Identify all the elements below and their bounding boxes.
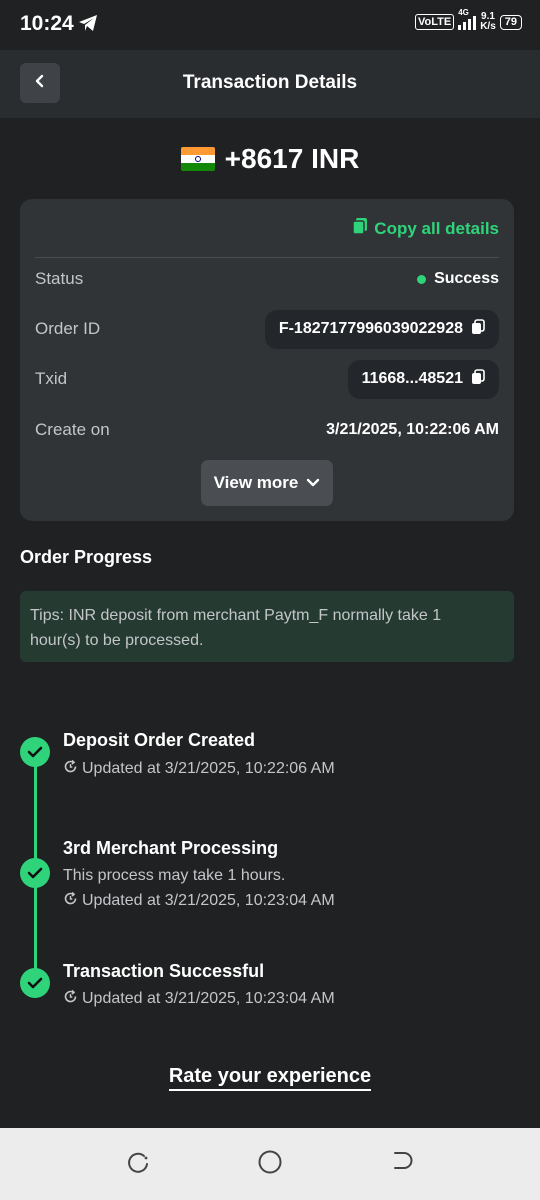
page-title: Transaction Details	[182, 72, 358, 93]
telegram-icon	[78, 14, 98, 37]
copy-all-label: Copy all details	[374, 218, 499, 238]
detail-row-txid: Txid 11668...48521	[35, 359, 499, 399]
copy-icon	[471, 368, 485, 390]
copy-icon	[352, 217, 368, 240]
view-more-label: View more	[213, 473, 299, 492]
step-updated: Updated at 3/21/2025, 10:23:04 AM	[63, 989, 335, 1009]
system-nav-bar	[0, 1128, 540, 1200]
txid-copy-pill[interactable]: 11668...48521	[347, 359, 499, 399]
order-progress-title: Order Progress	[20, 547, 153, 567]
created-value: 3/21/2025, 10:22:06 AM	[326, 421, 499, 438]
tips-text-line: Tips: INR deposit from merchant Paytm_F …	[30, 607, 442, 624]
app-header: Transaction Details	[0, 50, 540, 118]
step-title: 3rd Merchant Processing	[63, 838, 279, 858]
detail-row-created: Create on 3/21/2025, 10:22:06 AM	[35, 410, 499, 450]
detail-label: Create on	[35, 420, 110, 439]
copy-all-button[interactable]: Copy all details	[352, 217, 499, 240]
order-id-copy-pill[interactable]: F-1827177996039022928	[264, 309, 499, 349]
divider	[35, 257, 499, 258]
back-nav-button[interactable]	[388, 1150, 416, 1178]
tips-text-line: hour(s) to be processed.	[30, 632, 204, 649]
detail-label: Order ID	[35, 319, 101, 338]
india-flag-icon	[180, 147, 215, 171]
recents-icon	[126, 1150, 150, 1179]
transaction-amount: +8617 INR	[224, 143, 360, 174]
step-updated-text: Updated at 3/21/2025, 10:23:04 AM	[82, 990, 335, 1007]
step-title: Deposit Order Created	[63, 730, 256, 750]
step-note: This process may take 1 hours.	[63, 867, 286, 884]
detail-row-order-id: Order ID F-1827177996039022928	[35, 309, 499, 349]
back-arrow-icon	[390, 1150, 414, 1179]
volte-indicator: VoLTE	[414, 14, 455, 30]
status-dot-icon	[417, 274, 427, 284]
network-type: 4G	[458, 8, 469, 17]
home-circle-icon	[257, 1149, 283, 1180]
txid-value: 11668...48521	[361, 370, 463, 387]
refresh-clock-icon	[63, 891, 78, 911]
copy-icon	[471, 318, 485, 340]
refresh-clock-icon	[63, 759, 78, 779]
step-title: Transaction Successful	[63, 961, 265, 981]
status-bar: 10:24 VoLTE 4G 9.1 K/s 79	[0, 0, 540, 50]
recents-button[interactable]	[124, 1150, 152, 1178]
step-updated-text: Updated at 3/21/2025, 10:23:04 AM	[82, 892, 335, 909]
status-value: Success	[417, 270, 499, 288]
network-speed-unit: K/s	[480, 21, 496, 32]
detail-row-status: Status Success	[35, 259, 499, 299]
detail-label: Status	[35, 269, 84, 288]
details-card: Copy all details Status Success Order ID…	[20, 199, 514, 521]
view-more-button[interactable]: View more	[201, 460, 333, 506]
tips-box: Tips: INR deposit from merchant Paytm_F …	[20, 591, 514, 662]
chevron-down-icon	[306, 473, 320, 493]
status-time: 10:24	[20, 12, 74, 35]
check-circle-icon	[20, 737, 50, 767]
network-speed: 9.1 K/s	[480, 12, 496, 32]
step-updated: Updated at 3/21/2025, 10:22:06 AM	[63, 759, 335, 779]
step-updated: Updated at 3/21/2025, 10:23:04 AM	[63, 891, 335, 911]
rate-experience-row: Rate your experience	[0, 1065, 540, 1091]
detail-label: Txid	[35, 369, 68, 388]
home-button[interactable]	[256, 1150, 284, 1178]
refresh-clock-icon	[63, 989, 78, 1009]
status-text: Success	[434, 270, 499, 287]
step-updated-text: Updated at 3/21/2025, 10:22:06 AM	[82, 760, 335, 777]
status-indicators: VoLTE 4G 9.1 K/s 79	[414, 8, 522, 32]
signal-icon: 4G	[458, 8, 477, 30]
rate-experience-link[interactable]: Rate your experience	[168, 1065, 372, 1091]
check-circle-icon	[20, 968, 50, 998]
amount-row: +8617 INR	[0, 143, 540, 175]
check-circle-icon	[20, 858, 50, 888]
order-id-value: F-1827177996039022928	[278, 320, 463, 337]
battery-indicator: 79	[499, 14, 522, 30]
